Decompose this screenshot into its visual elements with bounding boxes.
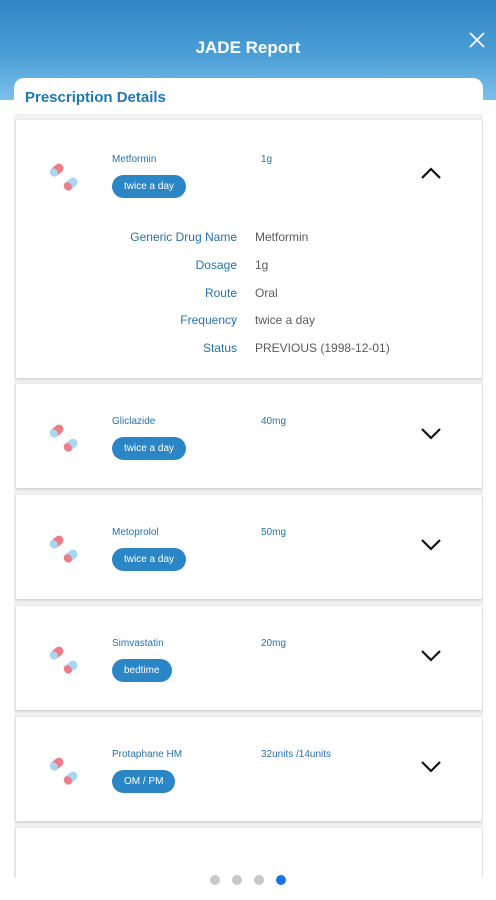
section-header: Prescription Details	[14, 78, 483, 114]
detail-label: Frequency	[180, 313, 237, 327]
frequency-badge: bedtime	[112, 659, 172, 682]
drug-name: Protaphane HM	[112, 749, 183, 760]
detail-separator: :	[232, 286, 236, 300]
drug-dose: 50mg	[261, 527, 287, 538]
detail-row-status: Status : PREVIOUS (1998-12-01)	[16, 341, 482, 357]
detail-value: twice a day	[255, 313, 316, 327]
chevron-down-icon[interactable]	[420, 538, 442, 552]
drug-name: Metoprolol	[112, 527, 159, 538]
chevron-down-icon[interactable]	[420, 760, 442, 774]
page-indicator	[0, 875, 496, 885]
drug-dose: 32units /14units	[261, 749, 332, 760]
drug-name: Metformin	[112, 154, 157, 165]
detail-value: Metformin	[255, 230, 309, 244]
section-title: Prescription Details	[25, 89, 166, 106]
drug-dose: 1g	[261, 154, 273, 165]
page-title: JADE Report	[195, 38, 301, 57]
detail-value: Oral	[255, 286, 278, 300]
detail-separator: :	[232, 230, 236, 244]
detail-separator: :	[232, 313, 236, 327]
detail-separator: :	[232, 258, 236, 272]
detail-row-dosage: Dosage : 1g	[16, 258, 482, 274]
drug-name: Gliclazide	[112, 416, 156, 427]
page-dot-active[interactable]	[276, 875, 286, 885]
drug-dose: 40mg	[261, 416, 287, 427]
prescription-card-metformin[interactable]: Metformin 1g twice a day Generic Drug Na…	[16, 120, 482, 378]
frequency-badge: twice a day	[112, 437, 187, 460]
page-dot[interactable]	[254, 875, 264, 885]
prescription-card-gliclazide[interactable]: Gliclazide 40mg twice a day	[16, 384, 482, 488]
detail-row-route: Route : Oral	[16, 286, 482, 302]
drug-dose: 20mg	[261, 638, 287, 649]
detail-row-generic-name: Generic Drug Name : Metformin	[16, 230, 482, 246]
pill-icon	[49, 757, 78, 785]
prescription-panel: Prescription Details Metformin 1g twice …	[14, 78, 483, 878]
prescription-card-simvastatin[interactable]: Simvastatin 20mg bedtime	[16, 606, 482, 710]
frequency-badge: OM / PM	[112, 770, 176, 793]
prescription-card-protaphane[interactable]: Protaphane HM 32units /14units OM / PM	[16, 717, 482, 821]
detail-separator: :	[232, 341, 236, 355]
pill-icon	[49, 163, 78, 191]
close-icon[interactable]	[468, 31, 486, 49]
chevron-down-icon[interactable]	[420, 649, 442, 663]
page-dot[interactable]	[232, 875, 242, 885]
detail-label: Generic Drug Name	[130, 230, 237, 244]
pill-icon	[49, 646, 78, 674]
detail-value: PREVIOUS (1998-12-01)	[255, 341, 390, 355]
detail-row-frequency: Frequency : twice a day	[16, 313, 482, 329]
detail-value: 1g	[255, 258, 269, 272]
pill-icon	[49, 424, 78, 452]
prescription-card-metoprolol[interactable]: Metoprolol 50mg twice a day	[16, 495, 482, 599]
pill-icon	[49, 535, 78, 563]
frequency-badge: twice a day	[112, 548, 187, 571]
chevron-up-icon[interactable]	[420, 166, 442, 180]
page-dot[interactable]	[210, 875, 220, 885]
drug-name: Simvastatin	[112, 638, 164, 649]
frequency-badge: twice a day	[112, 175, 187, 198]
detail-label: Dosage	[195, 258, 237, 272]
prescription-card-partial[interactable]	[16, 828, 482, 878]
chevron-down-icon[interactable]	[420, 427, 442, 441]
